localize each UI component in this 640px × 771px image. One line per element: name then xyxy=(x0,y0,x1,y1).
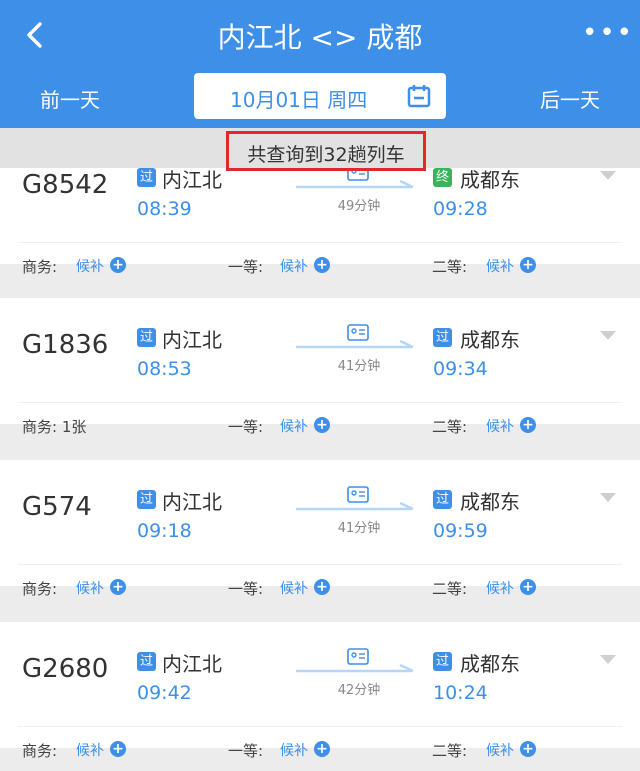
origin-station: 内江北 xyxy=(162,490,222,514)
route-title: 内江北 <> 成都 xyxy=(217,21,423,54)
divider xyxy=(18,726,622,727)
add-waitlist-icon[interactable]: + xyxy=(520,741,536,757)
train-card[interactable]: G574 过 内江北 09:18 41分钟 过 成都东 09:59 商务: 候补 +… xyxy=(0,460,640,598)
trip-duration: 49分钟 xyxy=(337,199,381,214)
origin-station: 内江北 xyxy=(162,328,222,352)
destination-station: 成都东 xyxy=(460,490,520,514)
journey-arrow-icon xyxy=(296,502,414,511)
origin-pass-badge: 过 xyxy=(137,168,156,187)
seat-class-label: 一等: xyxy=(228,580,264,598)
arrival-time: 10:24 xyxy=(433,682,488,704)
departure-time: 09:42 xyxy=(137,682,192,704)
departure-time: 09:18 xyxy=(137,520,192,542)
id-card-icon xyxy=(347,486,369,503)
departure-time: 08:53 xyxy=(137,358,192,380)
add-waitlist-icon[interactable]: + xyxy=(314,741,330,757)
arrival-time: 09:59 xyxy=(433,520,488,542)
arrival-time: 09:28 xyxy=(433,198,488,220)
seat-class-label: 商务: xyxy=(22,258,58,276)
origin-station: 内江北 xyxy=(162,168,222,192)
origin-station: 内江北 xyxy=(162,652,222,676)
origin-pass-badge: 过 xyxy=(137,328,156,347)
train-card[interactable]: G1836 过 内江北 08:53 41分钟 过 成都东 09:34 商务: 1… xyxy=(0,298,640,436)
add-waitlist-icon[interactable]: + xyxy=(520,579,536,595)
waitlist-link[interactable]: 候补 xyxy=(280,256,308,276)
waitlist-link[interactable]: 候补 xyxy=(486,740,514,760)
date-picker[interactable]: 10月01日 周四 xyxy=(194,73,446,119)
waitlist-link[interactable]: 候补 xyxy=(486,578,514,598)
waitlist-link[interactable]: 候补 xyxy=(280,740,308,760)
id-card-icon xyxy=(347,648,369,665)
trip-duration: 41分钟 xyxy=(337,521,381,536)
more-options-icon[interactable]: ••• xyxy=(582,20,632,50)
seat-class-label: 一等: xyxy=(228,742,264,760)
selected-date: 10月01日 周四 xyxy=(230,88,368,112)
train-card[interactable]: G8542 过 内江北 08:39 49分钟 终 成都东 09:28 商务: 候补… xyxy=(0,168,640,276)
origin-pass-badge: 过 xyxy=(137,652,156,671)
seat-class-label: 一等: xyxy=(228,258,264,276)
destination-badge: 终 xyxy=(433,168,452,187)
next-day-button[interactable]: 后一天 xyxy=(540,84,600,113)
destination-badge: 过 xyxy=(433,652,452,671)
arrival-time: 09:34 xyxy=(433,358,488,380)
waitlist-link[interactable]: 候补 xyxy=(280,416,308,436)
divider xyxy=(18,402,622,403)
seat-class-label: 商务: xyxy=(22,742,58,760)
waitlist-link[interactable]: 候补 xyxy=(76,578,104,598)
waitlist-link[interactable]: 候补 xyxy=(280,578,308,598)
journey-arrow-icon xyxy=(296,340,414,349)
expand-triangle-icon[interactable] xyxy=(599,492,617,504)
result-count-highlight: 共查询到32趟列车 xyxy=(226,131,426,171)
seat-class-label: 一等: xyxy=(228,418,264,436)
divider xyxy=(18,242,622,243)
seat-class-label: 二等: xyxy=(432,418,468,436)
result-count-text: 共查询到32趟列车 xyxy=(247,144,405,166)
divider xyxy=(18,564,622,565)
train-number: G574 xyxy=(22,492,92,522)
train-number: G8542 xyxy=(22,170,109,200)
seat-class-label: 商务: 1张 xyxy=(22,418,87,436)
expand-triangle-icon[interactable] xyxy=(599,170,617,182)
add-waitlist-icon[interactable]: + xyxy=(110,741,126,757)
waitlist-link[interactable]: 候补 xyxy=(486,256,514,276)
add-waitlist-icon[interactable]: + xyxy=(314,417,330,433)
calendar-icon[interactable] xyxy=(406,83,432,109)
add-waitlist-icon[interactable]: + xyxy=(110,579,126,595)
journey-arrow-icon xyxy=(296,664,414,673)
seat-class-label: 二等: xyxy=(432,580,468,598)
seat-class-label: 二等: xyxy=(432,258,468,276)
journey-arrow-icon xyxy=(296,180,414,189)
expand-triangle-icon[interactable] xyxy=(599,654,617,666)
add-waitlist-icon[interactable]: + xyxy=(314,579,330,595)
add-waitlist-icon[interactable]: + xyxy=(520,257,536,273)
add-waitlist-icon[interactable]: + xyxy=(314,257,330,273)
train-card[interactable]: G2680 过 内江北 09:42 42分钟 过 成都东 10:24 商务: 候补… xyxy=(0,622,640,760)
destination-station: 成都东 xyxy=(460,168,520,192)
destination-station: 成都东 xyxy=(460,652,520,676)
destination-badge: 过 xyxy=(433,490,452,509)
add-waitlist-icon[interactable]: + xyxy=(110,257,126,273)
departure-time: 08:39 xyxy=(137,198,192,220)
waitlist-link[interactable]: 候补 xyxy=(486,416,514,436)
seat-class-label: 商务: xyxy=(22,580,58,598)
destination-station: 成都东 xyxy=(460,328,520,352)
id-card-icon xyxy=(347,324,369,341)
top-header: 内江北 <> 成都 ••• 前一天 10月01日 周四 后一天 xyxy=(0,0,640,128)
trip-duration: 42分钟 xyxy=(337,683,381,698)
waitlist-link[interactable]: 候补 xyxy=(76,256,104,276)
previous-day-button[interactable]: 前一天 xyxy=(40,84,100,113)
destination-badge: 过 xyxy=(433,328,452,347)
seat-class-label: 二等: xyxy=(432,742,468,760)
origin-pass-badge: 过 xyxy=(137,490,156,509)
train-number: G2680 xyxy=(22,654,109,684)
expand-triangle-icon[interactable] xyxy=(599,330,617,342)
train-number: G1836 xyxy=(22,330,109,360)
add-waitlist-icon[interactable]: + xyxy=(520,417,536,433)
trip-duration: 41分钟 xyxy=(337,359,381,374)
waitlist-link[interactable]: 候补 xyxy=(76,740,104,760)
train-list[interactable]: G8542 过 内江北 08:39 49分钟 终 成都东 09:28 商务: 候补… xyxy=(0,168,640,771)
